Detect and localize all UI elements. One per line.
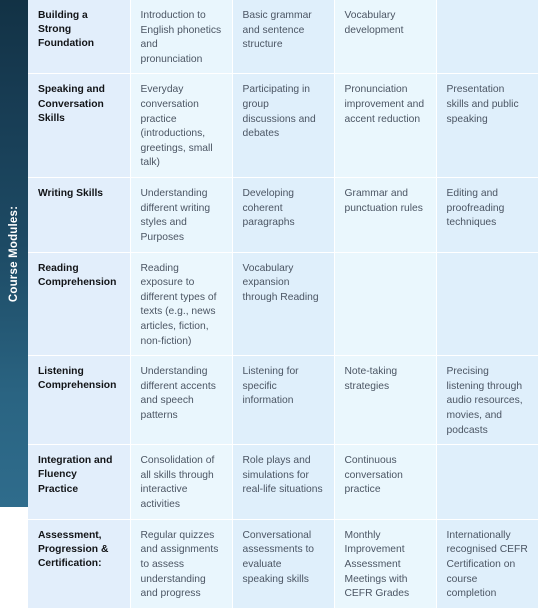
topic-cell: Basic grammar and sentence structure	[232, 0, 335, 75]
topic-cell: Vocabulary expansion through Reading	[232, 252, 335, 357]
topic-label: Pronunciation improvement and accent red…	[344, 84, 425, 125]
topic-label: Participating in group discussions and d…	[242, 84, 316, 140]
table-row: Writing Skills Understanding different w…	[28, 177, 538, 253]
topic-label: Presentation skills and public speaking	[446, 84, 519, 125]
topic-cell: Everyday conversation practice (introduc…	[130, 73, 233, 179]
topic-cell: Internationally recognised CEFR Certific…	[436, 519, 538, 608]
topic-cell: Consolidation of all skills through inte…	[130, 444, 233, 520]
topic-cell: Conversational assessments to evaluate s…	[232, 519, 335, 608]
topic-label: Vocabulary development	[344, 10, 404, 36]
topic-cell: Developing coherent paragraphs	[232, 177, 335, 253]
topic-cell: Editing and proofreading techniques	[436, 177, 538, 253]
module-name-label: Building a Strong Foundation	[38, 10, 95, 50]
module-name-cell: Integration and Fluency Practice	[28, 444, 131, 520]
module-name-cell: Speaking and Conversation Skills	[28, 73, 131, 179]
topic-cell	[436, 252, 538, 357]
topic-label: Understanding different writing styles a…	[140, 188, 211, 243]
module-name-label: Listening Comprehension	[38, 366, 117, 392]
topic-cell	[436, 0, 538, 75]
course-modules-rail-label: Course Modules:	[8, 205, 20, 302]
module-name-label: Reading Comprehension	[38, 262, 117, 288]
topic-label: Grammar and punctuation rules	[344, 188, 423, 214]
topic-cell: Precising listening through audio resour…	[436, 355, 538, 446]
module-name-cell: Reading Comprehension	[28, 252, 131, 357]
topic-cell: Grammar and punctuation rules	[334, 177, 437, 253]
topic-cell: Note-taking strategies	[334, 355, 437, 446]
module-name-label: Speaking and Conversation Skills	[38, 84, 105, 124]
module-name-cell: Assessment, Progression & Certification:	[28, 519, 131, 608]
table-row: Reading Comprehension Reading exposure t…	[28, 252, 538, 357]
module-name-cell: Listening Comprehension	[28, 355, 131, 446]
topic-label: Understanding different accents and spee…	[140, 366, 216, 422]
topic-label: Continuous conversation practice	[344, 455, 403, 496]
course-modules-rail: Course Modules:	[0, 0, 28, 507]
topic-cell: Pronunciation improvement and accent red…	[334, 73, 437, 179]
topic-cell: Understanding different accents and spee…	[130, 355, 233, 446]
topic-cell: Presentation skills and public speaking	[436, 73, 538, 179]
topic-cell: Reading exposure to different types of t…	[130, 252, 233, 357]
topic-label: Editing and proofreading techniques	[446, 188, 505, 229]
topic-label: Regular quizzes and assignments to asses…	[140, 529, 219, 600]
topic-label: Role plays and simulations for real-life…	[242, 455, 323, 496]
module-name-cell: Building a Strong Foundation	[28, 0, 131, 75]
topic-label: Internationally recognised CEFR Certific…	[446, 529, 528, 600]
topic-label: Conversational assessments to evaluate s…	[242, 529, 315, 585]
topic-label: Everyday conversation practice (introduc…	[140, 84, 213, 169]
module-name-label: Writing Skills	[38, 188, 104, 200]
module-name-cell: Writing Skills	[28, 177, 131, 253]
topic-cell	[436, 444, 538, 520]
topic-cell: Monthly Improvement Assessment Meetings …	[334, 519, 437, 608]
topic-cell: Understanding different writing styles a…	[130, 177, 233, 253]
topic-cell: Role plays and simulations for real-life…	[232, 444, 335, 520]
topic-label: Basic grammar and sentence structure	[242, 10, 312, 51]
modules-table-body: Building a Strong Foundation Introductio…	[28, 0, 538, 608]
module-name-label: Integration and Fluency Practice	[38, 455, 113, 495]
table-row: Integration and Fluency Practice Consoli…	[28, 444, 538, 520]
topic-label: Introduction to English phonetics and pr…	[140, 10, 222, 65]
topic-cell: Listening for specific information	[232, 355, 335, 446]
modules-table: Building a Strong Foundation Introductio…	[28, 0, 538, 608]
topic-label: Consolidation of all skills through inte…	[140, 455, 215, 511]
topic-cell: Regular quizzes and assignments to asses…	[130, 519, 233, 608]
modules-table-container: Building a Strong Foundation Introductio…	[28, 0, 538, 608]
topic-label: Vocabulary expansion through Reading	[242, 262, 319, 303]
topic-cell	[334, 252, 437, 357]
topic-cell: Participating in group discussions and d…	[232, 73, 335, 179]
topic-label: Precising listening through audio resour…	[446, 366, 523, 436]
module-name-label: Assessment, Progression & Certification:	[38, 529, 109, 570]
topic-label: Note-taking strategies	[344, 366, 398, 392]
topic-cell: Vocabulary development	[334, 0, 437, 75]
topic-label: Listening for specific information	[242, 366, 299, 407]
topic-cell: Introduction to English phonetics and pr…	[130, 0, 233, 75]
table-row: Speaking and Conversation Skills Everyda…	[28, 73, 538, 179]
topic-label: Developing coherent paragraphs	[242, 188, 295, 229]
table-row: Assessment, Progression & Certification:…	[28, 519, 538, 608]
topic-label: Monthly Improvement Assessment Meetings …	[344, 529, 410, 600]
table-row: Building a Strong Foundation Introductio…	[28, 0, 538, 75]
course-modules-matrix: Course Modules: Building a Strong Founda…	[0, 0, 538, 608]
topic-cell: Continuous conversation practice	[334, 444, 437, 520]
topic-label: Reading exposure to different types of t…	[140, 262, 217, 347]
table-row: Listening Comprehension Understanding di…	[28, 355, 538, 446]
